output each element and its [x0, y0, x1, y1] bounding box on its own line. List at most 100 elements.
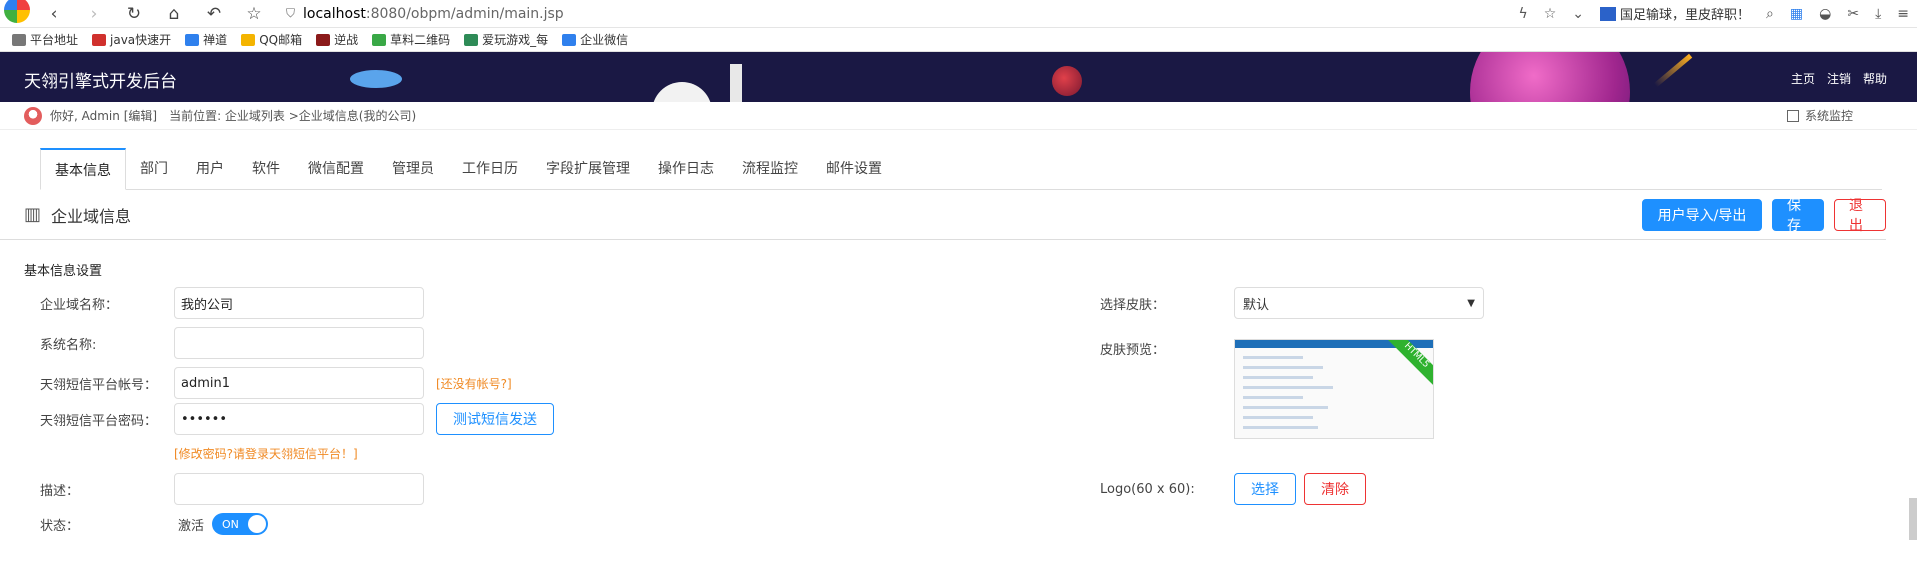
- bookmark-item[interactable]: 企业微信: [562, 31, 628, 48]
- bookmark-star-icon[interactable]: ☆: [238, 4, 270, 24]
- tab-item[interactable]: 微信配置: [294, 148, 378, 189]
- system-name-input[interactable]: [174, 327, 424, 359]
- forward-icon[interactable]: ›: [78, 4, 110, 24]
- blimp-decoration: [350, 70, 402, 88]
- status-label: 状态：: [40, 518, 80, 534]
- toggle-knob: [248, 515, 267, 533]
- tab-item[interactable]: 管理员: [378, 148, 448, 189]
- dropdown-arrow-icon: ▼: [1467, 297, 1475, 309]
- app-header: 天翎引擎式开发后台 主页 注销 帮助: [0, 52, 1917, 102]
- back-icon[interactable]: ‹: [38, 4, 70, 24]
- tab-item[interactable]: 工作日历: [448, 148, 532, 189]
- system-monitor-label: 系统监控: [1804, 109, 1853, 123]
- bookmark-icon: [464, 33, 479, 46]
- skin-preview-label: 皮肤预览：: [1100, 343, 1166, 358]
- bookmark-label: java快速开: [110, 33, 172, 47]
- tab-item[interactable]: 基本信息: [40, 148, 126, 190]
- tab-item[interactable]: 流程监控: [728, 148, 812, 189]
- logo-clear-button[interactable]: 清除: [1304, 473, 1366, 505]
- home-icon[interactable]: ⌂: [158, 4, 190, 24]
- chevron-down-icon[interactable]: ⌄: [1572, 6, 1584, 22]
- bookmark-label: 草料二维码: [390, 33, 451, 47]
- sms-password-input[interactable]: ••••••: [174, 403, 424, 435]
- logo-label: Logo(60 x 60):: [1100, 481, 1195, 497]
- bookmark-item[interactable]: 爱玩游戏_每: [464, 31, 548, 48]
- help-link[interactable]: 帮助: [1863, 70, 1887, 87]
- status-value: 激活: [178, 518, 205, 534]
- shield-icon: ⛉: [286, 6, 296, 20]
- lightning-icon[interactable]: ϟ: [1518, 6, 1527, 22]
- address-bar[interactable]: ⛉ localhost:8080/obpm/admin/main.jsp: [286, 6, 564, 22]
- save-button[interactable]: 保存: [1772, 198, 1824, 234]
- news-ticker[interactable]: 国足输球，里皮辞职！: [1600, 4, 1750, 23]
- red-planet-decoration: [1052, 66, 1082, 96]
- browser-logo-icon: [4, 0, 30, 23]
- bookmark-item[interactable]: java快速开: [92, 31, 171, 48]
- description-input[interactable]: [174, 473, 424, 505]
- home-link[interactable]: 主页: [1791, 70, 1815, 87]
- form-heading: 基本信息设置: [24, 264, 103, 279]
- exit-button[interactable]: 退出: [1834, 198, 1886, 234]
- skin-select[interactable]: 默认 ▼: [1234, 287, 1484, 319]
- game-icon[interactable]: ◒: [1819, 6, 1831, 22]
- bookmark-item[interactable]: 逆战: [316, 31, 358, 48]
- bookmark-item[interactable]: QQ邮箱: [241, 31, 302, 48]
- app-title: 天翎引擎式开发后台: [24, 72, 177, 92]
- current-location: 当前位置: 企业域列表 >企业域信息(我的公司): [169, 109, 417, 123]
- bookmark-item[interactable]: 平台地址: [12, 31, 78, 48]
- bookmark-label: 企业微信: [580, 33, 629, 47]
- change-password-hint[interactable]: [修改密码?请登录天翎短信平台！]: [174, 445, 358, 462]
- tab-item[interactable]: 部门: [126, 148, 182, 189]
- test-sms-button[interactable]: 测试短信发送: [436, 403, 554, 435]
- tab-item[interactable]: 字段扩展管理: [532, 148, 644, 189]
- section-header: ▥ 企业域信息 用户导入/导出 保存 退出: [0, 190, 1886, 240]
- menu-icon[interactable]: ≡: [1897, 6, 1909, 22]
- news-icon: [1600, 6, 1617, 21]
- planet-decoration: [1470, 52, 1630, 102]
- import-export-button[interactable]: 用户导入/导出: [1642, 198, 1762, 231]
- scissors-icon[interactable]: ✂: [1847, 6, 1859, 22]
- url-path: :8080/obpm/admin/main.jsp: [365, 5, 564, 22]
- tab-item[interactable]: 操作日志: [644, 148, 728, 189]
- bookmark-icon: [562, 33, 577, 46]
- apps-icon[interactable]: ▦: [1790, 6, 1803, 22]
- tab-item[interactable]: 软件: [238, 148, 294, 189]
- system-monitor-link[interactable]: 系统监控: [1786, 107, 1853, 124]
- logo-select-button[interactable]: 选择: [1234, 473, 1296, 505]
- sms-account-label: 天翎短信平台帐号：: [40, 377, 158, 393]
- description-label: 描述：: [40, 483, 80, 499]
- bookmark-item[interactable]: 草料二维码: [372, 31, 450, 48]
- basic-info-form: 企业域名称： 我的公司 系统名称: 天翎短信平台帐号： admin1 [还没有帐…: [0, 279, 1917, 579]
- user-greeting[interactable]: 你好, Admin [编辑]: [50, 107, 157, 124]
- toggle-text: ON: [222, 517, 239, 531]
- bookmark-label: 逆战: [334, 33, 359, 47]
- domain-name-input[interactable]: 我的公司: [174, 287, 424, 319]
- skin-preview-image: HTML5: [1234, 339, 1434, 439]
- cloud-decoration: [652, 82, 712, 102]
- bookmark-item[interactable]: 禅道: [185, 31, 227, 48]
- scrollbar-handle[interactable]: [1909, 498, 1917, 540]
- bookmark-label: QQ邮箱: [259, 33, 303, 47]
- skin-select-value: 默认: [1243, 297, 1270, 313]
- tab-item[interactable]: 邮件设置: [812, 148, 896, 189]
- undo-icon[interactable]: ↶: [198, 4, 230, 24]
- breadcrumb: 你好, Admin [编辑] 当前位置: 企业域列表 >企业域信息(我的公司) …: [0, 102, 1917, 130]
- status-toggle[interactable]: ON: [212, 513, 269, 535]
- section-title: 企业域信息: [51, 206, 132, 226]
- bookmark-icon: [316, 33, 331, 46]
- system-name-label: 系统名称:: [40, 337, 97, 353]
- logout-link[interactable]: 注销: [1827, 70, 1851, 87]
- bookmark-label: 爱玩游戏_每: [482, 33, 549, 47]
- search-icon[interactable]: ⌕: [1766, 6, 1774, 22]
- meteor-decoration: [1653, 53, 1693, 88]
- no-account-link[interactable]: [还没有帐号?]: [436, 375, 512, 392]
- sms-account-input[interactable]: admin1: [174, 367, 424, 399]
- avatar: [24, 106, 42, 125]
- reload-icon[interactable]: ↻: [118, 4, 150, 24]
- tab-item[interactable]: 用户: [182, 148, 238, 189]
- sms-password-label: 天翎短信平台密码：: [40, 413, 158, 429]
- download-icon[interactable]: ⤓: [1875, 6, 1881, 22]
- bookmark-icon: [372, 33, 387, 46]
- star-icon[interactable]: ☆: [1544, 6, 1557, 22]
- bookmark-icon: [185, 33, 200, 46]
